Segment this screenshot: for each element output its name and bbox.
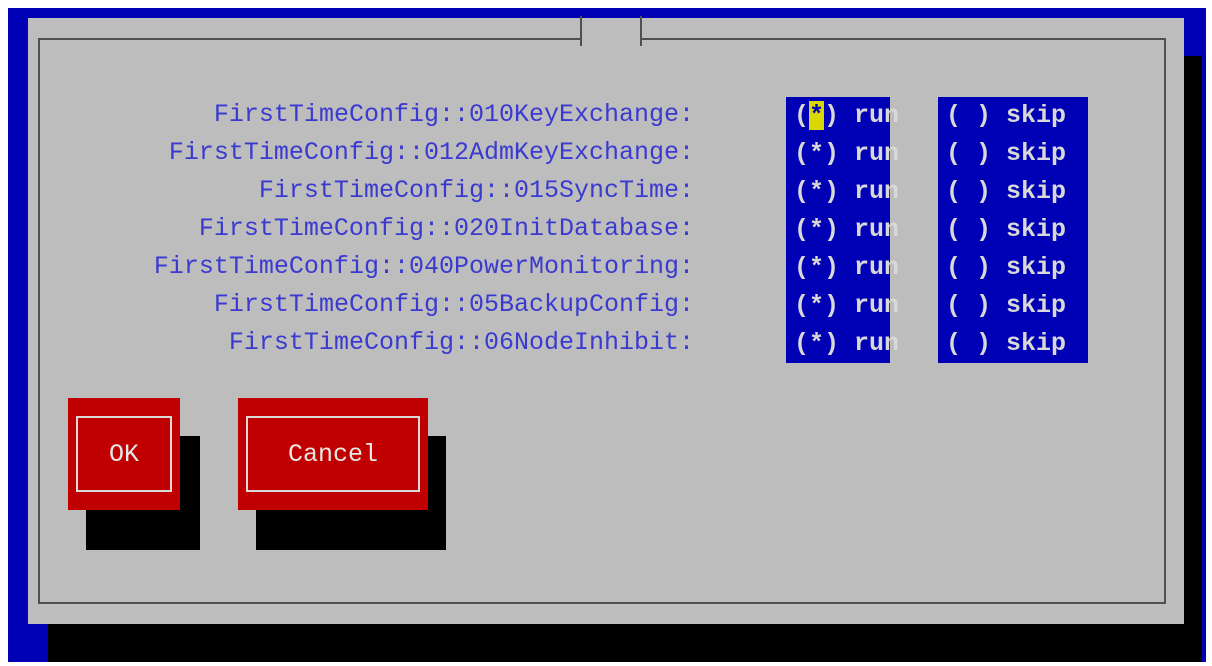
skip-radio[interactable]: ( ) skip [938,249,1088,287]
option-row-adm-key-exchange: FirstTimeConfig::012AdmKeyExchange: (*) … [28,135,1128,173]
run-radio[interactable]: (*) run [786,325,899,363]
skip-radio[interactable]: ( ) skip [938,97,1088,135]
cancel-button[interactable]: Cancel [238,398,428,510]
ok-button[interactable]: OK [68,398,180,510]
option-label: FirstTimeConfig::040PowerMonitoring: [153,252,694,281]
config-dialog: FirstTimeConfig::010KeyExchange: (*) run… [28,16,1184,624]
option-label: FirstTimeConfig::010KeyExchange: [213,100,694,129]
option-row-backup-config: FirstTimeConfig::05BackupConfig: (*) run… [28,287,1128,325]
option-row-init-database: FirstTimeConfig::020InitDatabase: (*) ru… [28,211,1128,249]
option-row-node-inhibit: FirstTimeConfig::06NodeInhibit: (*) run … [28,325,1128,363]
dialog-title-gap [580,16,642,46]
option-row-power-monitoring: FirstTimeConfig::040PowerMonitoring: (*)… [28,249,1128,287]
run-radio[interactable]: (*) run [786,97,899,135]
cursor: * [809,101,825,130]
option-label: FirstTimeConfig::020InitDatabase: [198,214,694,243]
skip-radio[interactable]: ( ) skip [938,211,1088,249]
run-radio[interactable]: (*) run [786,135,899,173]
run-radio[interactable]: (*) run [786,173,899,211]
skip-radio[interactable]: ( ) skip [938,325,1088,363]
option-label: FirstTimeConfig::012AdmKeyExchange: [168,138,694,167]
ok-button-label: OK [76,416,172,492]
skip-radio[interactable]: ( ) skip [938,287,1088,325]
option-label: FirstTimeConfig::015SyncTime: [258,176,694,205]
run-radio[interactable]: (*) run [786,249,899,287]
option-label: FirstTimeConfig::05BackupConfig: [213,290,694,319]
cancel-button-label: Cancel [246,416,420,492]
skip-radio[interactable]: ( ) skip [938,173,1088,211]
option-row-key-exchange: FirstTimeConfig::010KeyExchange: (*) run… [28,97,1128,135]
run-radio[interactable]: (*) run [786,287,899,325]
run-radio[interactable]: (*) run [786,211,899,249]
option-label: FirstTimeConfig::06NodeInhibit: [228,328,694,357]
skip-radio[interactable]: ( ) skip [938,135,1088,173]
option-row-sync-time: FirstTimeConfig::015SyncTime: (*) run ( … [28,173,1128,211]
